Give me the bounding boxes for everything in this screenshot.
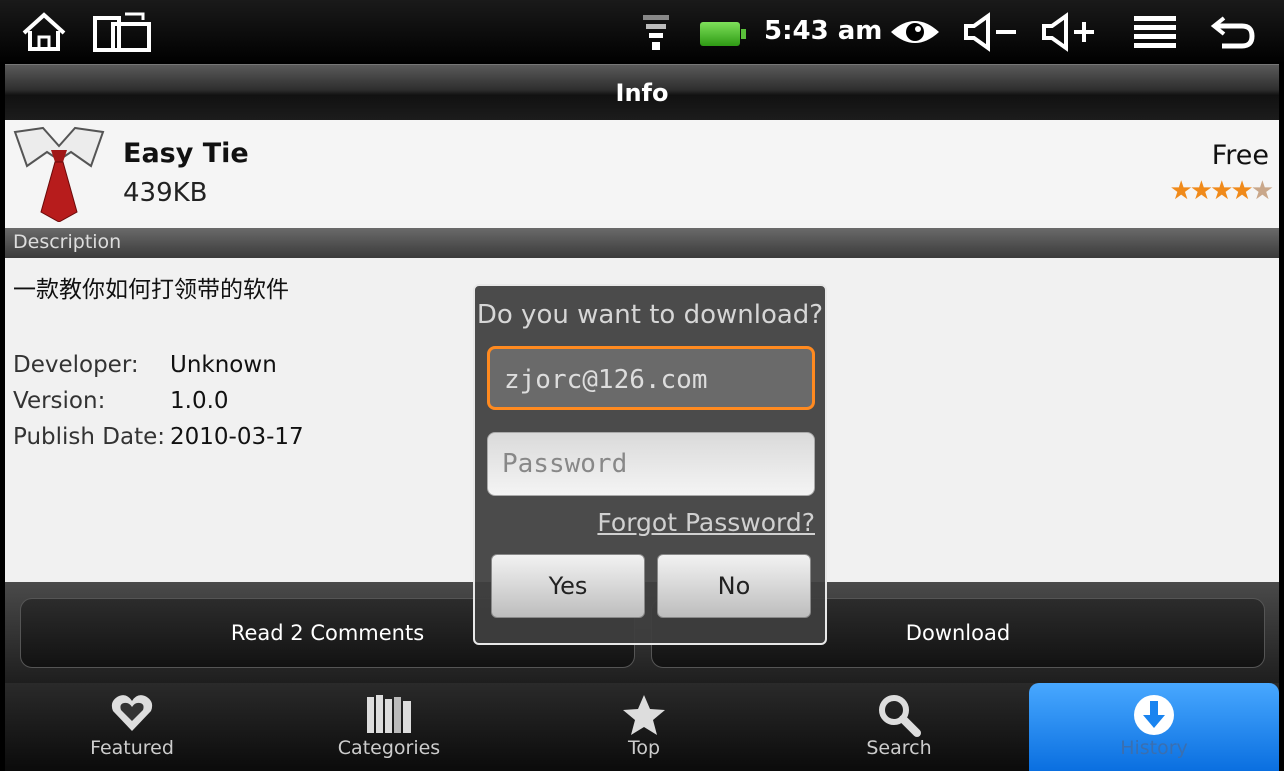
menu-icon[interactable] <box>1130 10 1180 54</box>
tie-app-icon <box>13 126 105 222</box>
status-bar: 5:43 am <box>0 0 1284 64</box>
meta-value: 1.0.0 <box>170 388 229 414</box>
dialog-title: Do you want to download? <box>476 300 824 330</box>
star-icon: ★ <box>1169 176 1192 206</box>
nav-label: History <box>1120 737 1188 759</box>
nav-label: Search <box>866 737 932 759</box>
yes-button[interactable]: Yes <box>491 554 645 618</box>
nav-search[interactable]: Search <box>769 683 1029 771</box>
description-text: 一款教你如何打领带的软件 <box>13 277 289 303</box>
nav-label: Top <box>627 737 661 759</box>
nav-featured[interactable]: Featured <box>5 683 259 771</box>
nav-label: Categories <box>337 737 441 759</box>
star-icon: ★ <box>1189 176 1213 206</box>
meta-version: Version: 1.0.0 <box>13 388 229 414</box>
meta-developer: Developer: Unknown <box>13 352 277 378</box>
forgot-password-link[interactable]: Forgot Password? <box>597 508 815 537</box>
nav-history[interactable]: History <box>1029 683 1279 771</box>
meta-value: 2010-03-17 <box>170 424 304 450</box>
app-header: Easy Tie 439KB Free ★★★★★ <box>5 120 1279 228</box>
bottom-nav: Featured Categories Top Search History <box>5 683 1279 771</box>
no-button[interactable]: No <box>657 554 811 618</box>
eye-icon[interactable] <box>884 10 946 54</box>
books-icon <box>259 683 519 737</box>
star-icon: ★ <box>1230 176 1253 206</box>
description-header: Description <box>5 228 1279 258</box>
heart-icon <box>5 683 259 737</box>
app-size: 439KB <box>123 178 208 208</box>
nav-label: Featured <box>90 737 174 759</box>
star-icon <box>519 683 769 737</box>
password-field[interactable]: Password <box>487 432 815 496</box>
description-header-label: Description <box>13 231 122 253</box>
meta-publish-date: Publish Date: 2010-03-17 <box>13 424 304 450</box>
rating-stars: ★★★★★ <box>1169 176 1274 206</box>
half-star-icon: ★ <box>1250 176 1274 206</box>
meta-label: Publish Date: <box>13 424 166 450</box>
star-icon: ★ <box>1210 176 1233 206</box>
volume-up-icon[interactable] <box>1040 10 1100 54</box>
multitask-icon[interactable] <box>90 10 154 54</box>
title-bar: Info <box>5 64 1279 120</box>
meta-label: Version: <box>13 388 106 414</box>
volume-down-icon[interactable] <box>962 10 1022 54</box>
home-icon[interactable] <box>18 10 70 54</box>
app-name: Easy Tie <box>123 138 249 169</box>
status-time: 5:43 am <box>764 16 883 46</box>
meta-value: Unknown <box>170 352 277 378</box>
battery-icon <box>700 22 746 46</box>
search-icon <box>769 683 1029 737</box>
download-login-dialog: Do you want to download? zjorc@126.com P… <box>473 284 827 645</box>
download-arrow-icon <box>1029 683 1279 737</box>
nav-top[interactable]: Top <box>519 683 769 771</box>
nav-categories[interactable]: Categories <box>259 683 519 771</box>
wifi-icon <box>638 10 674 54</box>
app-price: Free <box>1211 140 1269 171</box>
meta-label: Developer: <box>13 352 139 378</box>
page-title: Info <box>615 79 669 107</box>
back-icon[interactable] <box>1206 10 1260 54</box>
email-field[interactable]: zjorc@126.com <box>487 346 815 410</box>
